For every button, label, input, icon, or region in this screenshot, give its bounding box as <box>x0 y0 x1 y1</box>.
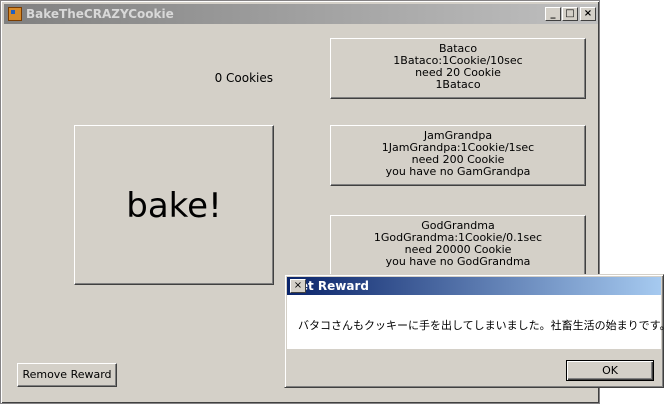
shop-item-owned: you have no GodGrandma <box>385 255 531 268</box>
dialog-title-bar[interactable]: Get Reward × <box>287 277 661 295</box>
buy-godgrandma-button[interactable]: GodGrandma 1GodGrandma:1Cookie/0.1sec ne… <box>330 215 586 276</box>
reward-dialog: Get Reward × バタコさんもクッキーに手を出してしまいました。社畜生活… <box>284 274 671 388</box>
minimize-button[interactable]: _ <box>545 7 561 21</box>
title-bar[interactable]: BakeTheCRAZYCookie _ □ × <box>4 4 598 24</box>
dialog-close-button[interactable]: × <box>290 279 306 293</box>
shop-item-owned: 1Bataco <box>435 78 481 91</box>
close-button[interactable]: × <box>580 7 596 21</box>
maximize-button[interactable]: □ <box>562 7 578 21</box>
remove-reward-button[interactable]: Remove Reward <box>17 363 117 387</box>
shop-item-owned: you have no GamGrandpa <box>385 165 531 178</box>
dialog-message-area: バタコさんもクッキーに手を出してしまいました。社畜生活の始まりです。 <box>287 295 671 349</box>
app-icon <box>8 7 22 21</box>
buy-jamgrandpa-button[interactable]: JamGrandpa 1JamGrandpa:1Cookie/1sec need… <box>330 125 586 186</box>
cookie-count-label: 0 Cookies <box>214 71 273 85</box>
bake-button[interactable]: bake! <box>74 125 274 285</box>
ok-button[interactable]: OK <box>566 360 654 381</box>
buy-bataco-button[interactable]: Bataco 1Bataco:1Cookie/10sec need 20 Coo… <box>330 38 586 99</box>
window-title: BakeTheCRAZYCookie <box>26 7 174 21</box>
dialog-message: バタコさんもクッキーに手を出してしまいました。社畜生活の始まりです。 <box>298 319 671 332</box>
